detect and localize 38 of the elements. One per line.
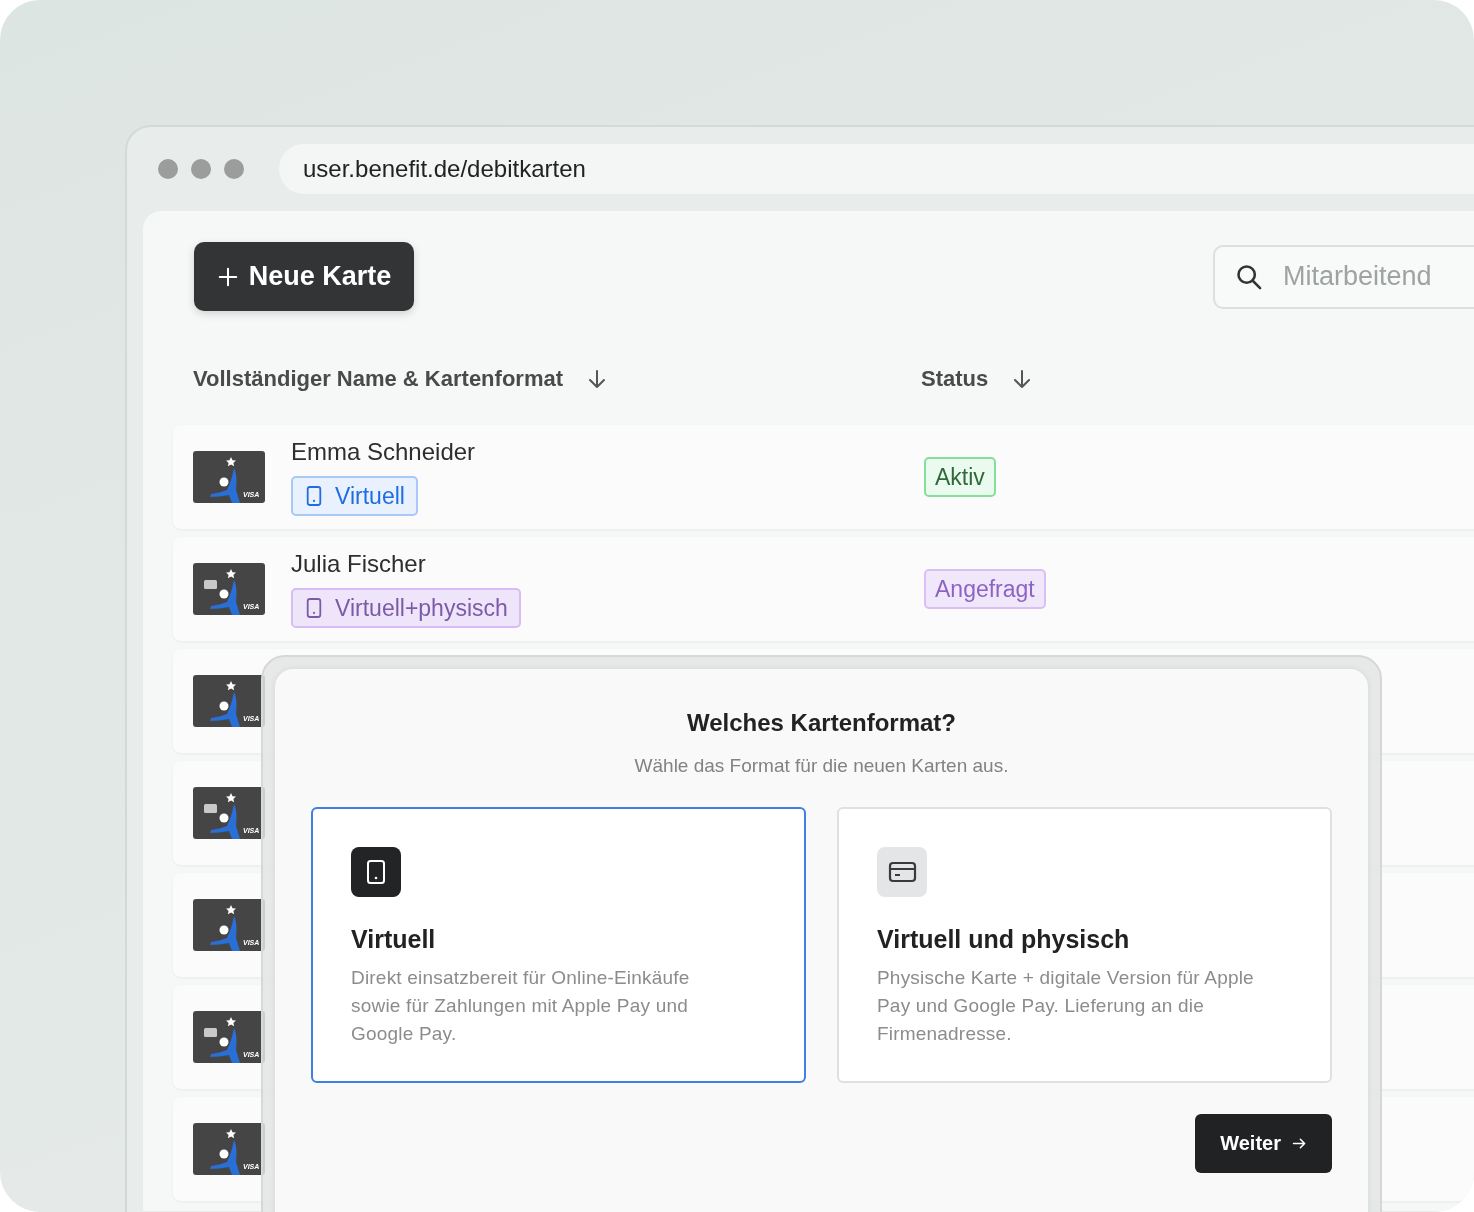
option-title: Virtuell und physisch <box>877 925 1131 954</box>
card-format-badge: Virtuell <box>291 476 418 516</box>
logo-figure-drawing <box>210 1129 240 1175</box>
next-button[interactable]: Weiter <box>1195 1114 1332 1173</box>
format-option-card[interactable]: Virtuell und physisch Physische Karte + digitale Version für Apple Pay und Google Pay. Lieferung an die Firmenadresse. <box>837 807 1332 1083</box>
option-description: Direkt einsatzbereit für Online-Einkäufe sowie für Zahlungen mit Apple Pay und Google Pay. <box>351 966 691 1046</box>
cardholder-name: Emma Schneider <box>291 438 476 466</box>
format-option-card[interactable]: Virtuell Direkt einsatzbereit für Online-Einkäufe sowie für Zahlungen mit Apple Pay und Google Pay. <box>311 807 806 1083</box>
phone-icon <box>305 484 323 508</box>
search-field[interactable]: Mitarbeitend <box>1213 244 1474 309</box>
cardholder-name: Julia Fischer <box>291 550 426 578</box>
address-bar[interactable]: user.benefit.de/debitkarten <box>279 144 1474 194</box>
option-description: Physische Karte + digitale Version für Apple Pay und Google Pay. Lieferung an die Firmenadresse. <box>877 966 1255 1046</box>
window-dot-icon[interactable] <box>191 159 211 179</box>
plus-icon <box>216 265 239 288</box>
chip-icon <box>204 1028 217 1037</box>
dialog-subtitle: Wähle das Format für die neuen Karten aus. <box>633 755 1010 777</box>
logo-figure-drawing <box>210 905 240 951</box>
window-dot-icon[interactable] <box>158 159 178 179</box>
status-badge: Angefragt <box>924 569 1046 609</box>
logo-figure-drawing <box>210 681 240 727</box>
window-dot-icon[interactable] <box>224 159 244 179</box>
logo-figure-drawing <box>210 793 240 839</box>
logo-figure-drawing <box>210 457 240 503</box>
logo-figure-drawing <box>210 1017 240 1063</box>
chip-icon <box>204 804 217 813</box>
arrow-right-icon <box>1291 1135 1308 1152</box>
column-header[interactable]: Vollständiger Name & Kartenformat <box>193 366 563 392</box>
dialog-title: Welches Kartenformat? <box>686 709 957 737</box>
chip-icon <box>204 580 217 589</box>
card-format-badge: Virtuell+physisch <box>291 588 521 628</box>
new-card-button[interactable]: Neue Karte <box>194 242 414 311</box>
status-badge: Aktiv <box>924 457 996 497</box>
phone-icon <box>305 596 323 620</box>
column-header[interactable]: Status <box>921 366 989 392</box>
search-icon <box>1235 262 1263 291</box>
option-title: Virtuell <box>351 925 437 954</box>
logo-figure-drawing <box>210 569 240 615</box>
